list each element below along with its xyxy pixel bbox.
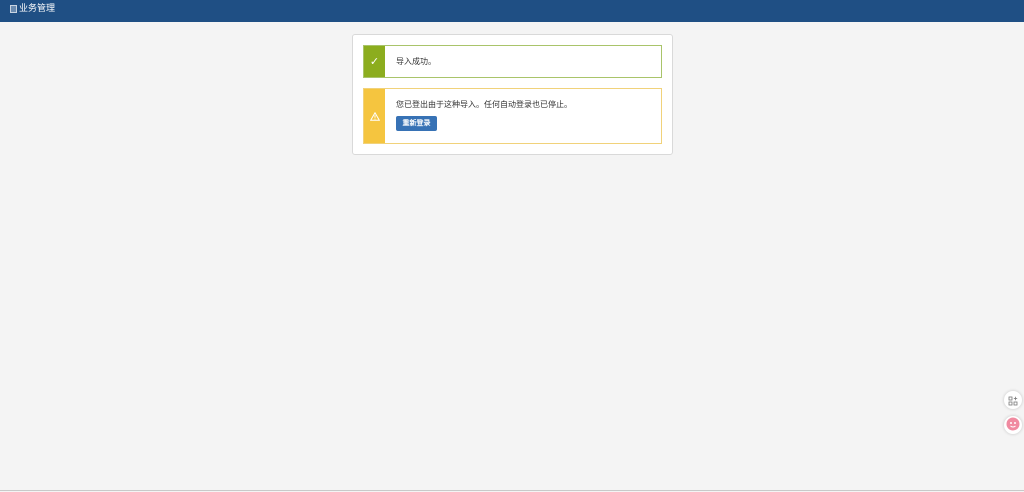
brand-alt-text: 业务管理 [19,4,56,14]
success-indicator: ✓ [364,46,385,77]
warning-triangle-icon [369,111,380,121]
apps-grid-icon [1008,391,1018,410]
brand-logo[interactable]: 业务管理 [10,3,55,15]
warning-indicator [364,89,385,143]
success-message-text: 导入成功。 [396,57,436,66]
broken-image-icon [10,5,17,13]
floating-apps-button[interactable] [1004,391,1022,409]
check-icon: ✓ [369,55,380,68]
bottom-divider [0,490,1024,491]
message-panel: ✓ 导入成功。 您已登出由于这种导入。任何自动登录也已停止。 重新登录 [352,34,673,155]
floating-assistant-button[interactable] [1004,416,1022,434]
relogin-button[interactable]: 重新登录 [396,116,437,131]
warning-message-text: 您已登出由于这种导入。任何自动登录也已停止。 [396,100,572,109]
warning-message: 您已登出由于这种导入。任何自动登录也已停止。 重新登录 [363,88,662,144]
top-navigation-bar: 业务管理 [0,0,1024,22]
assistant-avatar-icon [1006,416,1020,435]
success-message: ✓ 导入成功。 [363,45,662,78]
